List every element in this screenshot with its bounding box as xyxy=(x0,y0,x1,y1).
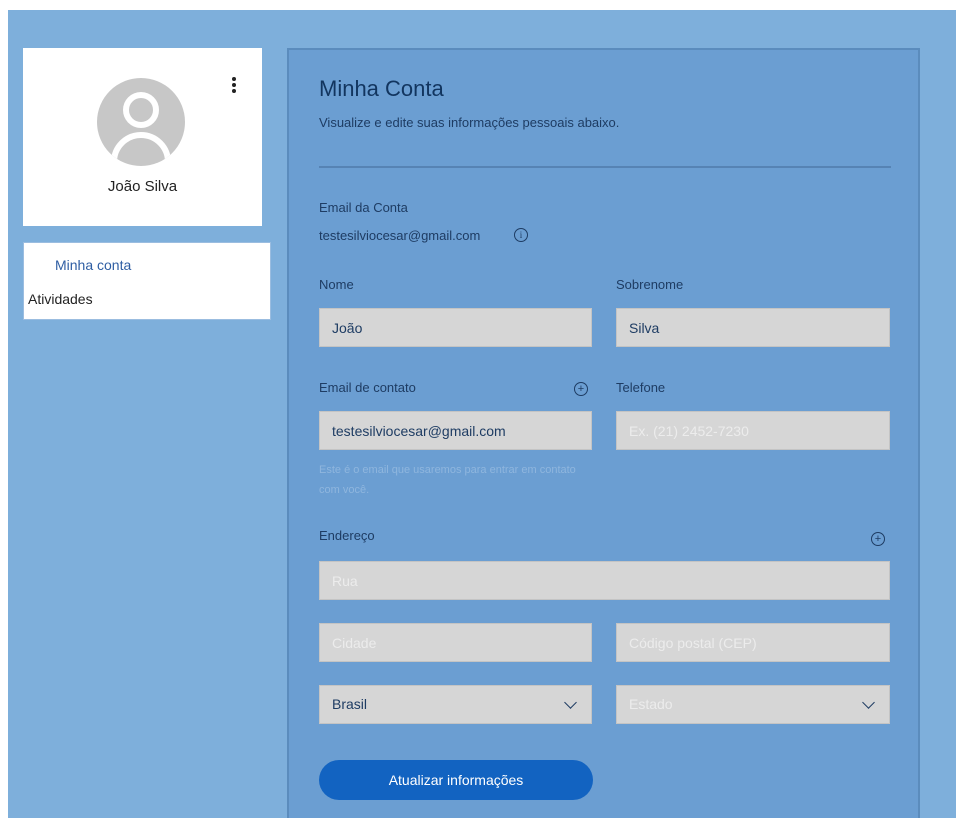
info-icon[interactable]: i xyxy=(514,228,528,242)
address-label: Endereço xyxy=(319,528,375,543)
contact-email-help: Este é o email que usaremos para entrar … xyxy=(319,464,576,496)
add-email-icon[interactable]: + xyxy=(574,382,588,396)
street-input[interactable] xyxy=(319,561,890,600)
state-select-placeholder: Estado xyxy=(629,696,673,712)
phone-input[interactable] xyxy=(616,411,890,450)
account-email-label: Email da Conta xyxy=(319,200,408,215)
city-input[interactable] xyxy=(319,623,592,662)
account-email-value: testesilviocesar@gmail.com xyxy=(319,228,481,243)
sidebar-item-atividades[interactable]: Atividades xyxy=(28,291,93,307)
contact-email-label: Email de contato xyxy=(319,380,416,395)
page-title: Minha Conta xyxy=(319,76,444,101)
avatar-body xyxy=(111,132,171,166)
chevron-down-icon xyxy=(862,696,875,709)
phone-label: Telefone xyxy=(616,380,666,395)
country-select[interactable]: Brasil xyxy=(319,685,592,724)
first-name-input[interactable] xyxy=(319,308,592,347)
contact-email-input[interactable] xyxy=(319,411,592,450)
profile-name: João Silva xyxy=(107,178,178,195)
sidebar-item-minha-conta[interactable]: Minha conta xyxy=(55,257,131,273)
page-subtitle: Visualize e edite suas informações pesso… xyxy=(319,115,620,130)
zip-input[interactable] xyxy=(616,623,890,662)
update-info-button[interactable]: Atualizar informações xyxy=(319,760,593,800)
add-address-icon[interactable]: + xyxy=(871,532,885,546)
state-select[interactable]: Estado xyxy=(616,685,890,724)
avatar-head xyxy=(123,92,159,128)
country-select-value: Brasil xyxy=(332,696,368,712)
user-avatar-icon xyxy=(97,78,185,166)
divider xyxy=(319,166,891,168)
first-name-label: Nome xyxy=(319,277,354,292)
more-vertical-icon[interactable] xyxy=(227,76,241,96)
account-panel: Minha Conta Visualize e edite suas infor… xyxy=(287,48,920,818)
chevron-down-icon xyxy=(564,696,577,709)
last-name-label: Sobrenome xyxy=(616,277,684,292)
sidebar-menu: Minha conta Atividades xyxy=(23,242,271,320)
last-name-input[interactable] xyxy=(616,308,890,347)
profile-card: João Silva xyxy=(23,48,262,226)
